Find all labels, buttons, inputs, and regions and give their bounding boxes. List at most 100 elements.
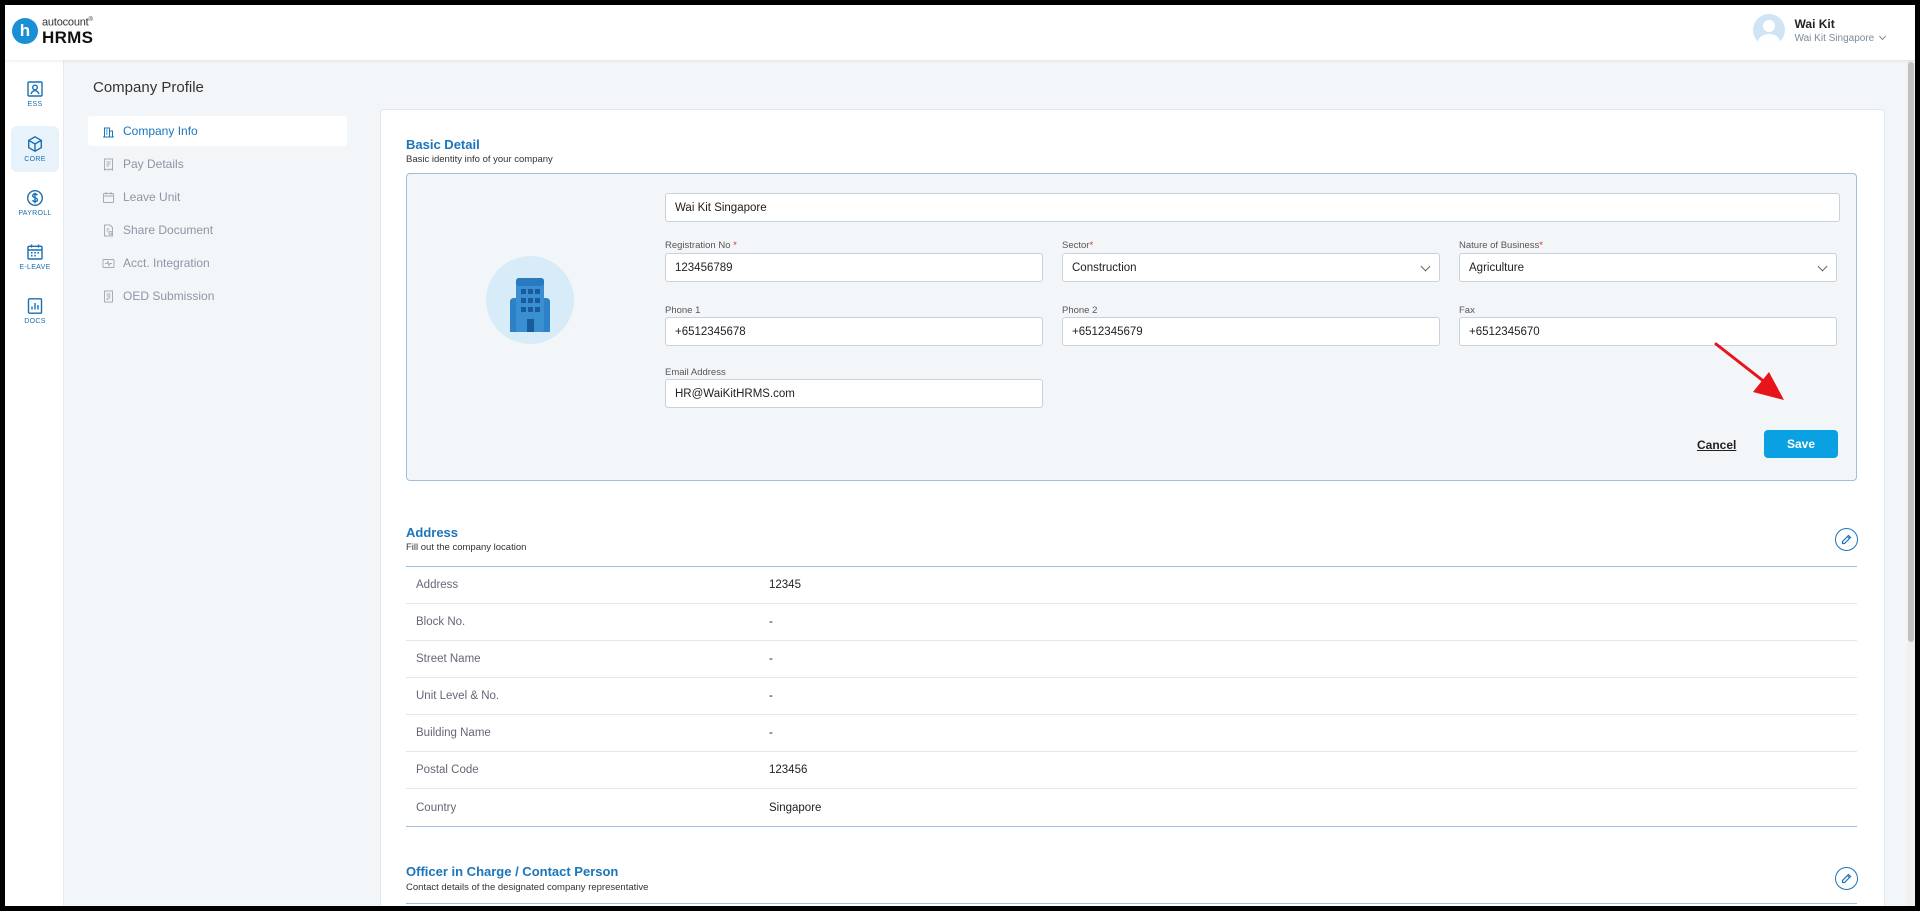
address-field-value: Singapore	[769, 801, 822, 814]
address-field-value: 123456	[769, 764, 808, 776]
phone-2-label: Phone 2	[1062, 305, 1098, 316]
officer-title: Officer in Charge / Contact Person	[406, 864, 619, 879]
page-scrollbar[interactable]	[1907, 60, 1915, 906]
building-icon	[103, 127, 114, 137]
user-menu[interactable]: Wai Kit Wai Kit Singapore	[1752, 14, 1887, 46]
rail-label: DOCS	[24, 318, 46, 325]
calendar-icon	[27, 244, 43, 260]
officer-subtitle: Contact details of the designated compan…	[406, 882, 649, 893]
nature-of-business-value: Agriculture	[1469, 261, 1524, 274]
sector-label: Sector	[1062, 240, 1090, 251]
company-logo-placeholder[interactable]	[486, 256, 574, 344]
rail-item-ess[interactable]: ESS	[11, 71, 59, 117]
subnav-label: Acct. Integration	[123, 256, 210, 270]
required-mark: *	[733, 240, 737, 251]
nature-of-business-label: Nature of Business	[1459, 240, 1540, 251]
logo-mark: h	[12, 18, 38, 45]
address-field-value: -	[769, 727, 773, 739]
page-title: Company Profile	[93, 79, 204, 96]
address-subtitle: Fill out the company location	[406, 542, 527, 553]
address-field-value: -	[769, 690, 773, 702]
chevron-down-icon	[1817, 261, 1828, 272]
subnav-label: Leave Unit	[123, 190, 181, 204]
email-address-input[interactable]: HR@WaiKitHRMS.com	[665, 379, 1043, 408]
fax-label: Fax	[1459, 305, 1475, 316]
address-field-label: Unit Level & No.	[416, 690, 500, 702]
table-row: Unit Level & No. -	[406, 678, 1857, 715]
sector-value: Construction	[1072, 261, 1137, 274]
subnav-item-leave-unit[interactable]: Leave Unit	[88, 182, 347, 212]
table-row: Block No. -	[406, 604, 1857, 641]
rail-item-payroll[interactable]: PAYROLL	[11, 180, 59, 226]
edit-address-button[interactable]	[1835, 528, 1858, 551]
subnav-item-acct-integration[interactable]: Acct. Integration	[88, 248, 347, 278]
rail-label: ESS	[27, 101, 43, 108]
cube-icon	[28, 135, 42, 153]
basic-detail-title: Basic Detail	[406, 137, 480, 152]
user-name: Wai Kit	[1794, 16, 1835, 31]
address-field-value: 12345	[769, 579, 801, 591]
sector-select[interactable]: Construction	[1062, 253, 1440, 282]
table-row: Street Name -	[406, 641, 1857, 678]
app-logo[interactable]: h autocount® HRMS	[12, 17, 93, 46]
badge-icon	[27, 81, 43, 97]
building-icon	[510, 278, 550, 332]
rail-item-core[interactable]: CORE	[11, 126, 59, 172]
address-table: Address 12345 Block No. - Street Name - …	[406, 566, 1857, 827]
avatar[interactable]	[1752, 14, 1785, 46]
subnav-item-pay-details[interactable]: Pay Details	[88, 149, 347, 179]
divider	[406, 903, 1857, 904]
company-name-input[interactable]: Wai Kit Singapore	[665, 193, 1840, 222]
rail-item-docs[interactable]: DOCS	[11, 288, 59, 334]
cancel-button[interactable]: Cancel	[1697, 438, 1736, 452]
app-frame: h autocount® HRMS Wai Kit Wai Kit Singap…	[5, 5, 1915, 906]
address-field-value: -	[769, 616, 773, 628]
rail-label: CORE	[24, 156, 46, 163]
subnav-item-oed-submission[interactable]: OED Submission	[88, 281, 347, 311]
table-row: Building Name -	[406, 715, 1857, 752]
pencil-icon	[1841, 534, 1852, 545]
registration-no-input[interactable]: 123456789	[665, 253, 1043, 282]
address-field-label: Block No.	[416, 616, 466, 628]
registration-no-label: Registration No	[665, 240, 731, 251]
user-company: Wai Kit Singapore	[1794, 32, 1875, 44]
company-info-card: Basic Detail Basic identity info of your…	[380, 109, 1885, 906]
phone-1-input[interactable]: +6512345678	[665, 317, 1043, 346]
address-field-label: Country	[416, 801, 457, 814]
scrollbar-thumb[interactable]	[1908, 62, 1914, 642]
rail-item-e-leave[interactable]: E-LEAVE	[11, 234, 59, 280]
address-field-label: Address	[416, 579, 459, 591]
subnav-label: Share Document	[123, 223, 214, 237]
required-mark: *	[1089, 240, 1094, 251]
address-field-label: Postal Code	[416, 764, 479, 776]
chevron-down-icon[interactable]	[1878, 32, 1887, 40]
calendar-icon	[103, 191, 114, 203]
rail-label: PAYROLL	[18, 210, 52, 217]
address-field-label: Building Name	[416, 727, 491, 739]
address-field-value: -	[769, 653, 773, 665]
integration-icon	[102, 258, 115, 268]
nature-of-business-select[interactable]: Agriculture	[1459, 253, 1837, 282]
phone-2-input[interactable]: +6512345679	[1062, 317, 1440, 346]
subnav-item-company-info[interactable]: Company Info	[88, 116, 347, 146]
subnav-label: Company Info	[123, 124, 198, 138]
logo-sub: autocount	[42, 16, 89, 29]
chevron-down-icon	[1420, 261, 1431, 272]
top-bar: h autocount® HRMS Wai Kit Wai Kit Singap…	[5, 5, 1915, 60]
subnav-item-share-document[interactable]: Share Document	[88, 215, 347, 245]
receipt-icon	[104, 158, 113, 171]
dollar-icon	[26, 189, 44, 207]
table-row: Country Singapore	[406, 789, 1857, 826]
table-row: Address 12345	[406, 567, 1857, 604]
table-row: Postal Code 123456	[406, 752, 1857, 789]
basic-detail-subtitle: Basic identity info of your company	[406, 154, 553, 165]
save-button[interactable]: Save	[1764, 430, 1838, 458]
logo-text: autocount® HRMS	[42, 17, 93, 46]
subnav-label: Pay Details	[123, 157, 184, 171]
required-mark: *	[1539, 240, 1543, 251]
profile-subnav: Company Info Pay Details Leave Unit Shar…	[88, 116, 347, 314]
edit-officer-button[interactable]	[1835, 867, 1858, 890]
address-title: Address	[406, 525, 459, 540]
module-rail: ESS CORE PAYROLL E-LEAVE DOCS	[5, 60, 64, 906]
logo-registered: ®	[88, 17, 93, 23]
